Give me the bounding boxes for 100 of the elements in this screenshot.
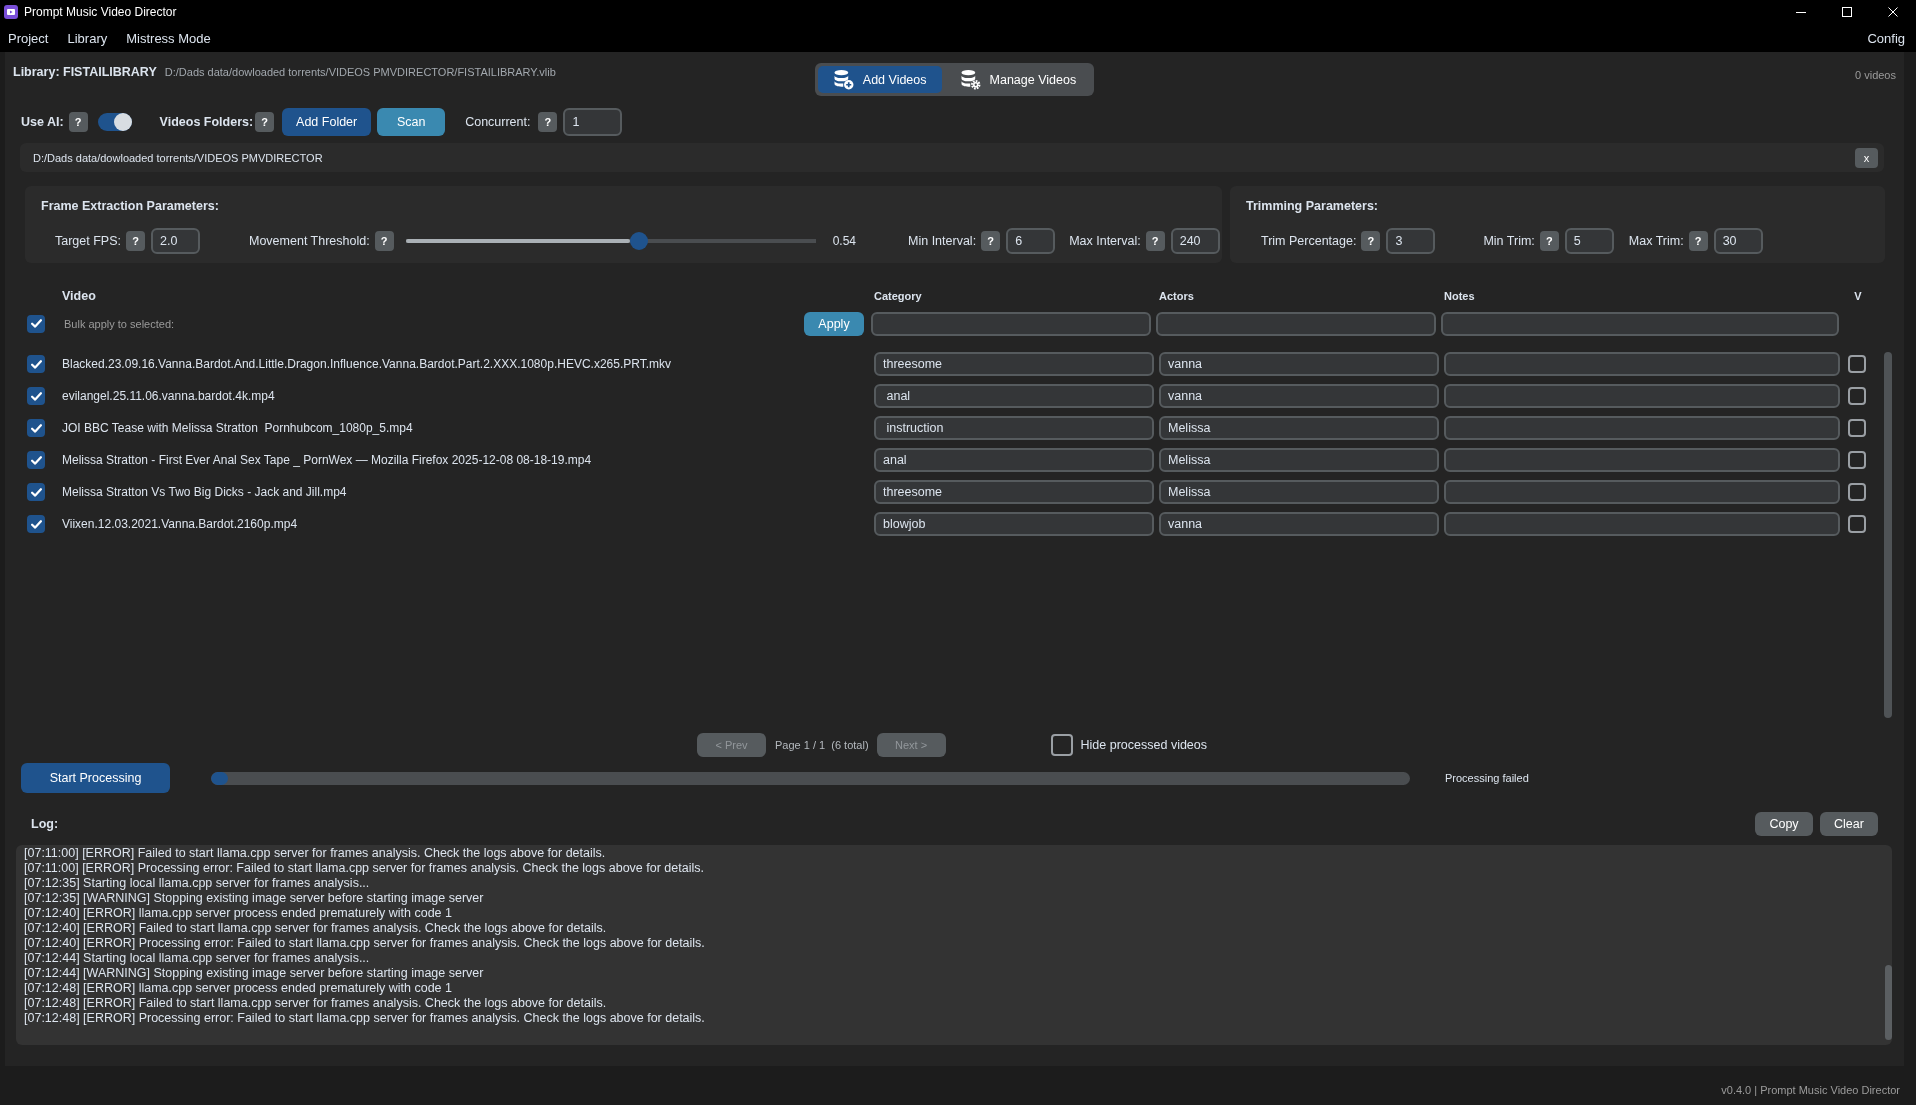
number-field[interactable]: 5 [1564,228,1614,254]
scan-button[interactable]: Scan [377,108,446,136]
notes-field[interactable] [1444,448,1840,472]
category-field[interactable]: blowjob [874,512,1154,536]
row-checkbox[interactable] [1848,387,1866,405]
category-field[interactable]: instruction [874,416,1154,440]
row-checkbox[interactable] [27,515,45,533]
number-field[interactable]: 30 [1713,228,1763,254]
category-field[interactable]: threesome [874,352,1154,376]
remove-folder-button[interactable]: x [1855,147,1878,168]
menu-item[interactable]: Mistress Mode [126,30,211,46]
actors-field[interactable]: vanna [1159,384,1439,408]
database-gear-icon [960,69,981,90]
copy-button[interactable]: Copy [1755,811,1813,836]
scrollbar[interactable] [1884,352,1892,718]
category-field[interactable]: anal [874,448,1154,472]
view-tab[interactable]: Manage Videos [944,66,1092,93]
notes-field[interactable] [1444,384,1840,408]
view-tab[interactable]: Add Videos [817,66,942,93]
row-checkbox[interactable] [1848,355,1866,373]
actors-field[interactable]: vanna [1159,512,1439,536]
notes-field[interactable] [1444,352,1840,376]
toggle-switch[interactable] [97,113,132,131]
actors-field[interactable]: Melissa [1159,416,1439,440]
log-line: [07:12:44] Starting local llama.cpp server for frames analysis... [24,951,371,966]
help-button[interactable]: ? [1361,231,1381,251]
help-button[interactable]: ? [981,231,1001,251]
help-button[interactable]: ? [374,231,394,251]
notes-field[interactable] [1441,311,1839,336]
help-button[interactable]: ? [1688,231,1708,251]
apply-button[interactable]: Apply [804,311,864,336]
log-line: [07:12:48] [ERROR] Failed to start llama.cpp server for frames analysis. Check the logs above for details. [24,996,608,1011]
log-line: [07:11:00] [ERROR] Failed to start llama.cpp server for frames analysis. Check the logs above for details. [24,846,607,861]
video-name: Viixen.12.03.2021.Vanna.Bardot.2160p.mp4 [62,517,298,531]
field-label: Use AI: [21,115,64,129]
field-label: Target FPS: [55,234,121,248]
help-button[interactable]: ? [1145,231,1165,251]
scrollbar[interactable] [1885,965,1892,1040]
row-checkbox[interactable] [27,483,45,501]
row-checkbox[interactable] [1848,515,1866,533]
row-checkbox[interactable] [1848,419,1866,437]
close-icon[interactable] [1888,7,1898,17]
start-processing-button[interactable]: Start Processing [21,763,170,793]
log-line: [07:12:40] [ERROR] Processing error: Failed to start llama.cpp server for frames analysis. Check the logs above for details. [24,936,705,951]
number-field[interactable]: 3 [1386,228,1436,254]
row-checkbox[interactable] [27,419,45,437]
minimize-icon[interactable] [1796,11,1806,13]
number-field[interactable]: 6 [1006,228,1056,254]
maximize-icon[interactable] [1842,7,1852,17]
field-label: Min Interval: [908,234,977,248]
library-title: Library: FISTAILIBRARY [13,65,157,79]
category-field[interactable] [871,311,1151,336]
column-header: Actors [1159,290,1194,302]
add-folder-button[interactable]: Add Folder [282,108,372,136]
row-checkbox[interactable] [1848,451,1866,469]
menu-item[interactable]: Config [1867,30,1905,46]
log-line: [07:12:35] [WARNING] Stopping existing image server before starting image server [24,891,485,906]
slider-thumb[interactable] [630,232,649,250]
category-field[interactable]: anal [874,384,1154,408]
select-all-checkbox[interactable] [27,314,45,333]
window-title: Prompt Music Video Director [24,5,177,19]
help-button[interactable]: ? [1539,231,1559,251]
status-text: Processing failed [1445,772,1529,784]
log-line: [07:11:00] [ERROR] Processing error: Failed to start llama.cpp server for frames analysis. Check the logs above for details. [24,861,705,876]
notes-field[interactable] [1444,480,1840,504]
check-icon [30,359,42,369]
row-checkbox[interactable] [1848,483,1866,501]
concurrent-field[interactable]: 1 [563,108,623,136]
number-field[interactable]: 240 [1170,228,1220,254]
log-line: [07:12:48] [ERROR] llama.cpp server process ended prematurely with code 1 [24,981,453,996]
help-button[interactable]: ? [538,112,558,132]
row-checkbox[interactable] [27,451,45,469]
notes-field[interactable] [1444,512,1840,536]
panel-title: Trimming Parameters: [1246,198,1379,214]
notes-field[interactable] [1444,416,1840,440]
row-checkbox[interactable] [27,387,45,405]
help-button[interactable]: ? [255,112,275,132]
actors-field[interactable]: vanna [1159,352,1439,376]
menu-item[interactable]: Library [67,30,108,46]
menu-item[interactable]: Project [8,30,49,46]
check-icon [30,455,42,465]
check-icon [30,319,42,328]
clear-button[interactable]: Clear [1820,811,1878,836]
row-checkbox[interactable] [27,355,45,373]
help-button[interactable]: ? [126,231,145,251]
actors-field[interactable]: Melissa [1159,448,1439,472]
checkbox[interactable] [1050,734,1073,756]
database-plus-icon [833,69,854,90]
help-button[interactable]: ? [68,112,88,132]
actors-field[interactable] [1156,311,1436,336]
number-field[interactable]: 2.0 [151,228,200,254]
tab-label: Manage Videos [989,72,1077,87]
page-info: Page 1 / 1 (6 total) [775,739,869,751]
actors-field[interactable]: Melissa [1159,480,1439,504]
field-label: Min Trim: [1483,234,1535,248]
field-label: Concurrent: [465,115,531,129]
column-header: Notes [1444,290,1475,302]
log-line: [07:12:48] [ERROR] Processing error: Failed to start llama.cpp server for frames analysis. Check the logs above for details. [24,1011,705,1026]
category-field[interactable]: threesome [874,480,1154,504]
checkbox-label: Hide processed videos [1080,738,1208,752]
